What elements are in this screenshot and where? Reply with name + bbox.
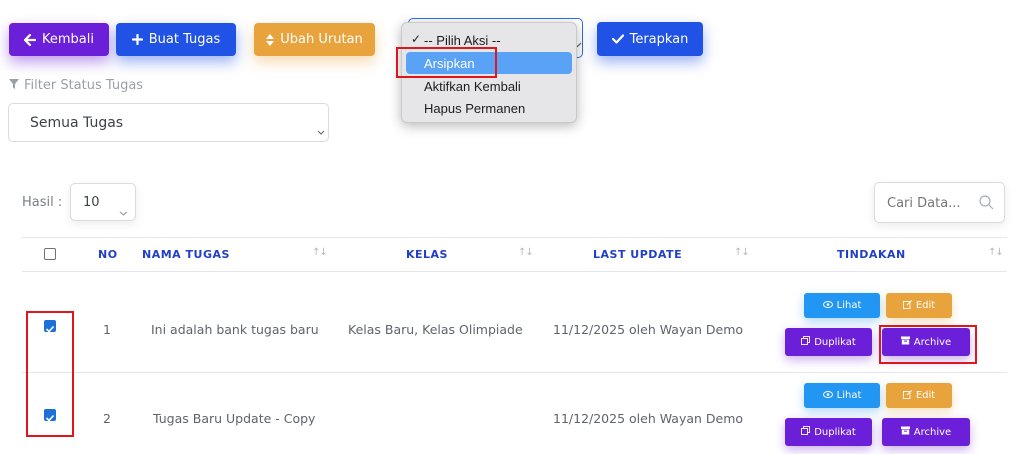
duplicate-label: Duplikat (814, 426, 856, 438)
duplicate-button[interactable]: Duplikat (785, 418, 872, 446)
highlight-row-checkboxes (26, 311, 74, 437)
row-task-name: Tugas Baru Update - Copy (153, 411, 316, 426)
duplicate-button[interactable]: Duplikat (785, 328, 872, 356)
header-last-update[interactable]: LAST UPDATE (593, 248, 682, 261)
row-last-update: 11/12/2025 oleh Wayan Demo (553, 411, 744, 426)
menu-option-reactivate[interactable]: Aktifkan Kembali (406, 75, 572, 97)
menu-option-label: Aktifkan Kembali (424, 78, 521, 94)
eye-icon (822, 300, 833, 311)
select-all-checkbox[interactable] (44, 248, 56, 260)
view-button[interactable]: Lihat (804, 383, 880, 408)
edit-icon (902, 389, 912, 402)
page-size-value: 10 (83, 195, 100, 210)
reorder-button[interactable]: Ubah Urutan (254, 23, 375, 56)
checkmark-icon: ✓ (411, 32, 422, 46)
sort-icon (266, 33, 275, 46)
archive-button[interactable]: Archive (882, 418, 970, 446)
row-last-update: 11/12/2025 oleh Wayan Demo (553, 322, 744, 337)
view-label: Lihat (836, 390, 862, 401)
filter-label: Filter Status Tugas (9, 78, 143, 93)
apply-label: Terapkan (629, 31, 689, 47)
page-size-select[interactable]: 10 (70, 183, 136, 221)
highlight-archive-button (879, 325, 977, 364)
row-no: 2 (103, 411, 111, 426)
menu-option-label: -- Pilih Aksi -- (424, 32, 501, 48)
sort-update-icon[interactable]: ↑↓ (734, 247, 750, 258)
copy-icon (801, 426, 811, 438)
sort-actions-icon[interactable]: ↑↓ (988, 247, 1004, 258)
archive-label: Archive (913, 426, 952, 438)
apply-button[interactable]: Terapkan (597, 22, 703, 56)
view-label: Lihat (836, 300, 862, 311)
reorder-label: Ubah Urutan (280, 32, 363, 47)
table-top-border (22, 237, 1007, 238)
back-label: Kembali (42, 32, 94, 47)
search-icon[interactable] (979, 195, 994, 214)
status-filter-select[interactable]: Semua Tugas (8, 103, 329, 142)
eye-icon (822, 390, 833, 401)
search-input[interactable] (885, 192, 975, 214)
edit-label: Edit (915, 390, 936, 401)
header-task-name[interactable]: NAMA TUGAS (142, 248, 230, 261)
row-no: 1 (103, 322, 111, 337)
search-box[interactable] (874, 182, 1005, 223)
edit-icon (902, 299, 912, 312)
check-icon (611, 34, 624, 44)
header-no: NO (98, 248, 118, 261)
copy-icon (801, 336, 811, 348)
edit-button[interactable]: Edit (886, 383, 952, 408)
archive-icon (900, 426, 910, 438)
status-filter-value: Semua Tugas (30, 115, 124, 131)
view-button[interactable]: Lihat (804, 293, 880, 318)
table-row: 1 Ini adalah bank tugas baru Kelas Baru,… (0, 272, 1024, 372)
create-task-button[interactable]: Buat Tugas (116, 23, 236, 56)
duplicate-label: Duplikat (814, 336, 856, 348)
edit-label: Edit (915, 300, 936, 311)
arrow-left-icon (24, 33, 36, 46)
filter-icon (9, 78, 19, 93)
filter-label-text: Filter Status Tugas (24, 78, 144, 93)
plus-icon (131, 34, 143, 45)
row-task-name: Ini adalah bank tugas baru (151, 322, 319, 337)
row-class: Kelas Baru, Kelas Olimpiade (348, 322, 523, 337)
edit-button[interactable]: Edit (886, 293, 952, 318)
menu-option-label: Hapus Permanen (424, 100, 526, 116)
results-label: Hasil : (22, 195, 63, 210)
header-class[interactable]: KELAS (406, 248, 448, 261)
back-button[interactable]: Kembali (9, 23, 109, 56)
highlight-arsipkan (396, 47, 497, 78)
header-actions: TINDAKAN (837, 248, 906, 261)
create-task-label: Buat Tugas (148, 32, 221, 47)
sort-name-icon[interactable]: ↑↓ (312, 247, 328, 258)
sort-class-icon[interactable]: ↑↓ (518, 247, 534, 258)
chevron-down-icon (119, 201, 128, 220)
chevron-down-icon (317, 120, 325, 139)
menu-option-delete-permanent[interactable]: Hapus Permanen (406, 97, 572, 119)
table-row: 2 Tugas Baru Update - Copy 11/12/2025 ol… (0, 373, 1024, 454)
